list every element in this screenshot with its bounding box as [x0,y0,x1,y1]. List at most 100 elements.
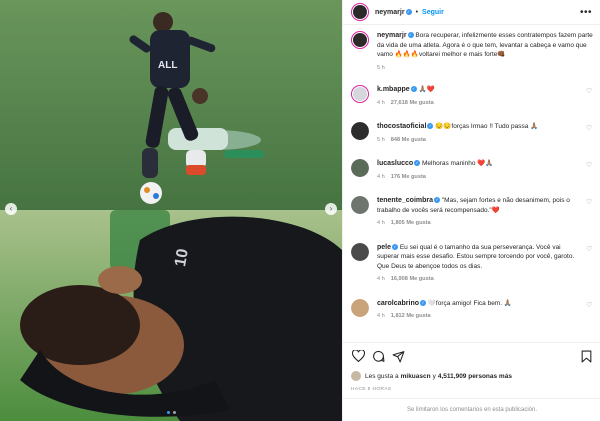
comments-limited-notice: Se limitaron los comentarios en esta pub… [343,398,600,421]
comment-meta: 5 h 848 Me gusta [377,136,582,146]
comment-body: carolcabrino ✓ 🤍força amigo! Fica bem. 🙏🏽… [377,299,582,322]
caption-meta: 5 h [377,64,593,74]
comment-like-heart-icon[interactable]: ♡ [586,199,593,206]
instagram-post: ALL 10 ‹ › neymarjr ✓ • Seguir ••• neyma… [0,0,600,421]
post-timestamp[interactable]: HACE 5 HORAS [351,387,593,392]
comment-likes[interactable]: 1,812 Me gusta [391,312,431,322]
shirt-sponsor-text: ALL [158,60,177,71]
more-options-icon[interactable]: ••• [580,7,592,18]
comment-meta: 4 h 176 Me gusta [377,173,582,183]
photo-player-down: 10 [0,210,342,421]
comment-time: 4 h [377,313,385,319]
comment-username[interactable]: pele [377,244,391,251]
carousel-next-button[interactable]: › [325,203,337,215]
comment-username[interactable]: tenente_coimbra [377,197,433,204]
comment-time: 4 h [377,276,385,282]
comment-likes[interactable]: 27,618 Me gusta [391,99,434,109]
likes-summary: Les gusta a mikuascn y 4,511,909 persona… [351,371,593,381]
author-username[interactable]: neymarjr [375,9,405,16]
comment-body: tenente_coimbra ✓ "Mas, sejam fortes e nã… [377,196,582,229]
comment-likes[interactable]: 176 Me gusta [391,173,426,183]
comment-text: tenente_coimbra ✓ "Mas, sejam fortes e nã… [377,196,582,215]
comment-avatar[interactable] [351,159,369,177]
comment-row: k.mbappe ✓ 🙏🏽❤️ 4 h 27,618 Me gusta ♡ [351,85,593,108]
caption-time: 5 h [377,64,385,71]
comment-avatar[interactable] [351,85,369,103]
comment-avatar[interactable] [351,242,369,261]
post-actions: Les gusta a mikuascn y 4,511,909 persona… [343,342,600,392]
caption-body: neymarjr ✓ Bora recuperar, infelizmente e… [377,31,593,73]
verified-badge-icon: ✓ [410,86,417,93]
carousel-indicator [0,411,342,414]
comment-content: Melhoras maninho ❤️🙏🏽 [422,160,494,167]
comment-row: lucaslucco ✓ Melhoras maninho ❤️🙏🏽 4 h 176… [351,159,593,182]
comment-content: 🙏🏽❤️ [418,86,435,93]
carousel-prev-button[interactable]: ‹ [5,203,17,215]
likes-count[interactable]: 4,511,909 personas más [438,373,512,380]
comment-time: 5 h [377,136,385,143]
comment-like-heart-icon[interactable]: ♡ [586,125,593,132]
bookmark-icon[interactable] [579,349,593,363]
comment-body: lucaslucco ✓ Melhoras maninho ❤️🙏🏽 4 h 176… [377,159,582,182]
liker-avatar[interactable] [351,371,361,381]
comment-username[interactable]: thocostaoficial [377,123,426,130]
comment-likes[interactable]: 16,908 Me gusta [391,275,434,285]
post-media-carousel[interactable]: ALL 10 ‹ › [0,0,342,421]
verified-badge-icon: ✓ [434,197,441,204]
caption-text: neymarjr ✓ Bora recuperar, infelizmente e… [377,31,593,60]
verified-badge-icon: ✓ [405,9,412,15]
comment-text: carolcabrino ✓ 🤍força amigo! Fica bem. 🙏🏽 [377,299,582,309]
comment-text: pele ✓ Eu sei qual é o tamanho da sua per… [377,243,582,272]
comment-username[interactable]: k.mbappe [377,86,410,93]
comment-avatar[interactable] [351,122,369,140]
comment-username[interactable]: lucaslucco [377,160,413,167]
comment-avatar[interactable] [351,298,369,317]
comment-content: Eu sei qual é o tamanho da sua persevera… [377,243,575,270]
post-header: neymarjr ✓ • Seguir ••• [343,0,600,25]
post-side-panel: neymarjr ✓ • Seguir ••• neymarjr ✓ Bora r… [342,0,600,421]
carousel-dot-active [166,411,170,414]
comment-row: thocostaoficial ✓ 😔😔forças Irmao !! Tudo … [351,122,593,145]
comment-text: lucaslucco ✓ Melhoras maninho ❤️🙏🏽 [377,159,582,169]
photo-tackle: ALL [0,0,342,210]
comment-icon[interactable] [371,349,385,363]
comment-body: k.mbappe ✓ 🙏🏽❤️ 4 h 27,618 Me gusta [377,85,582,108]
share-icon[interactable] [391,349,405,363]
verified-badge-icon: ✓ [407,32,414,39]
author-avatar[interactable] [351,3,369,21]
comment-like-heart-icon[interactable]: ♡ [586,162,593,169]
caption-row: neymarjr ✓ Bora recuperar, infelizmente e… [351,31,593,73]
svg-text:10: 10 [172,247,192,268]
caption-username[interactable]: neymarjr [377,32,407,39]
comment-meta: 4 h 1,812 Me gusta [377,312,582,322]
comment-meta: 4 h 16,908 Me gusta [377,275,582,285]
comments-list[interactable]: neymarjr ✓ Bora recuperar, infelizmente e… [343,25,600,342]
comment-text: k.mbappe ✓ 🙏🏽❤️ [377,85,582,95]
verified-badge-icon: ✓ [392,243,399,250]
comment-likes[interactable]: 848 Me gusta [391,136,426,146]
carousel-dot [172,411,176,414]
comment-row: tenente_coimbra ✓ "Mas, sejam fortes e nã… [351,196,593,229]
comment-like-heart-icon[interactable]: ♡ [586,246,593,253]
comment-time: 4 h [377,173,385,180]
comment-text: thocostaoficial ✓ 😔😔forças Irmao !! Tudo … [377,122,582,132]
comment-likes[interactable]: 1,805 Me gusta [391,219,431,229]
comment-meta: 4 h 1,805 Me gusta [377,219,582,229]
heart-icon[interactable] [351,349,365,363]
verified-badge-icon: ✓ [414,160,421,167]
comment-content: 😔😔forças Irmao !! Tudo passa 🙏🏽 [435,123,539,130]
caption-avatar[interactable] [351,31,369,49]
comment-like-heart-icon[interactable]: ♡ [586,302,593,309]
liker-username[interactable]: mikuascn [401,373,431,380]
comment-row: pele ✓ Eu sei qual é o tamanho da sua per… [351,242,593,285]
comment-like-heart-icon[interactable]: ♡ [586,88,593,95]
likes-prefix: Les gusta a [365,372,399,380]
comment-content: 🤍força amigo! Fica bem. 🙏🏽 [427,299,512,307]
comment-body: pele ✓ Eu sei qual é o tamanho da sua per… [377,243,582,285]
follow-button[interactable]: Seguir [422,9,444,16]
comment-username[interactable]: carolcabrino [377,300,419,307]
comment-row: carolcabrino ✓ 🤍força amigo! Fica bem. 🙏🏽… [351,298,593,322]
comment-time: 4 h [377,220,385,226]
comment-time: 4 h [377,99,385,106]
comment-avatar[interactable] [351,196,369,214]
